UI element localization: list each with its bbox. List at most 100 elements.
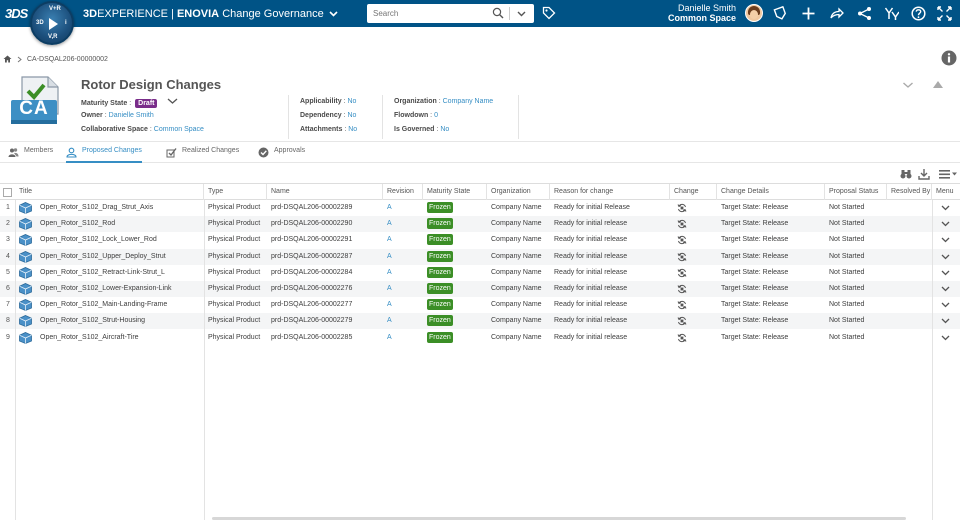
tag-icon[interactable] — [542, 6, 556, 20]
change-refresh-icon[interactable] — [677, 252, 687, 262]
frozen-badge[interactable]: Frozen — [427, 218, 453, 230]
column-header-reason[interactable]: Reason for change — [550, 184, 670, 200]
frozen-badge[interactable]: Frozen — [427, 202, 453, 213]
app-title[interactable]: 3DEXPERIENCE | ENOVIA Change Governance — [83, 8, 338, 20]
column-header-change[interactable]: Change — [670, 184, 717, 200]
cell-revision[interactable]: A — [383, 216, 423, 232]
row-menu-chevron-icon[interactable] — [941, 254, 950, 260]
row-number[interactable]: 2 — [0, 216, 16, 232]
table-row[interactable]: 6 Open_Rotor_S102_Lower-Expansion-Link Phy… — [0, 281, 960, 297]
expand-header-chevron-icon[interactable] — [902, 80, 914, 90]
cell-title[interactable]: Open_Rotor_S102_Lower-Expansion-Link — [36, 281, 204, 297]
table-row[interactable]: 3 Open_Rotor_S102_Lock_Lower_Rod Physical … — [0, 232, 960, 249]
tab-approvals[interactable]: Approvals — [258, 147, 305, 163]
row-number[interactable]: 4 — [0, 249, 16, 265]
brand-logo[interactable]: 3DS — [5, 6, 28, 21]
row-number[interactable]: 6 — [0, 281, 16, 297]
add-icon[interactable] — [801, 6, 816, 21]
cell-revision[interactable]: A — [383, 249, 423, 265]
row-number[interactable]: 3 — [0, 232, 16, 248]
info-icon[interactable] — [941, 50, 957, 66]
row-menu-chevron-icon[interactable] — [941, 270, 950, 276]
cell-revision[interactable]: A — [383, 330, 423, 346]
cell-revision[interactable]: A — [383, 265, 423, 281]
column-header-organization[interactable]: Organization — [487, 184, 550, 200]
help-icon[interactable] — [911, 6, 926, 21]
apps-icon[interactable] — [884, 6, 899, 21]
search-icon[interactable] — [492, 7, 504, 19]
frozen-badge[interactable]: Frozen — [427, 331, 453, 343]
attachments-link[interactable]: No — [348, 126, 357, 133]
is-governed-link[interactable]: No — [440, 126, 449, 133]
change-refresh-icon[interactable] — [677, 203, 687, 213]
change-refresh-icon[interactable] — [677, 235, 687, 245]
column-header-name[interactable]: Name — [267, 184, 383, 200]
cell-name[interactable]: prd-DSQAL206-00002289 — [267, 200, 383, 216]
dependency-link[interactable]: No — [347, 112, 356, 119]
change-refresh-icon[interactable] — [677, 316, 687, 326]
cell-title[interactable]: Open_Rotor_S102_Main-Landing-Frame — [36, 297, 204, 313]
select-all-checkbox[interactable] — [3, 188, 12, 197]
cell-name[interactable]: prd-DSQAL206-00002290 — [267, 216, 383, 232]
column-header-revision[interactable]: Revision — [383, 184, 423, 200]
collapse-header-triangle-icon[interactable] — [932, 79, 944, 89]
column-header-type[interactable]: Type — [204, 184, 267, 200]
tab-members[interactable]: Members — [8, 147, 53, 163]
row-number[interactable]: 5 — [0, 265, 16, 281]
cell-name[interactable]: prd-DSQAL206-00002287 — [267, 249, 383, 265]
social-share-icon[interactable] — [857, 6, 872, 21]
cell-name[interactable]: prd-DSQAL206-00002284 — [267, 265, 383, 281]
change-refresh-icon[interactable] — [677, 284, 687, 294]
applicability-link[interactable]: No — [347, 98, 356, 105]
cell-title[interactable]: Open_Rotor_S102_Rod — [36, 216, 204, 232]
cell-title[interactable]: Open_Rotor_S102_Retract-Link-Strut_L — [36, 265, 204, 281]
fullscreen-icon[interactable] — [937, 6, 952, 21]
frozen-badge[interactable]: Frozen — [427, 250, 453, 262]
search-input[interactable] — [373, 7, 483, 20]
cell-name[interactable]: prd-DSQAL206-00002285 — [267, 330, 383, 346]
row-menu-chevron-icon[interactable] — [941, 335, 950, 341]
row-menu-chevron-icon[interactable] — [941, 205, 950, 211]
flowdown-link[interactable]: 0 — [434, 112, 438, 119]
table-row[interactable]: 9 Open_Rotor_S102_Aircraft-Tire Physical P… — [0, 329, 960, 346]
row-menu-chevron-icon[interactable] — [941, 286, 950, 292]
compass-button[interactable]: V+R 3D i V,R — [30, 1, 74, 45]
cell-revision[interactable]: A — [383, 313, 423, 329]
cell-revision[interactable]: A — [383, 200, 423, 216]
row-number[interactable]: 8 — [0, 313, 16, 329]
frozen-badge[interactable]: Frozen — [427, 266, 453, 278]
row-menu-chevron-icon[interactable] — [941, 237, 950, 243]
column-header-title[interactable]: Title — [15, 184, 204, 200]
table-row[interactable]: 4 Open_Rotor_S102_Upper_Deploy_Strut Physi… — [0, 248, 960, 265]
view-options-icon[interactable] — [938, 168, 958, 180]
change-refresh-icon[interactable] — [677, 219, 687, 229]
maturity-state-chevron-icon[interactable] — [167, 97, 178, 105]
table-row[interactable]: 2 Open_Rotor_S102_Rod Physical Product prd-… — [0, 216, 960, 233]
cell-name[interactable]: prd-DSQAL206-00002279 — [267, 313, 383, 329]
cell-title[interactable]: Open_Rotor_S102_Aircraft-Tire — [36, 330, 204, 346]
download-icon[interactable] — [918, 168, 930, 180]
user-block[interactable]: Danielle Smith Common Space — [668, 3, 736, 23]
change-refresh-icon[interactable] — [677, 268, 687, 278]
column-header-proposal-status[interactable]: Proposal Status — [825, 184, 887, 200]
change-refresh-icon[interactable] — [677, 333, 687, 343]
share-icon[interactable] — [829, 6, 844, 21]
avatar[interactable] — [745, 4, 763, 22]
column-header-change-details[interactable]: Change Details — [717, 184, 825, 200]
cell-revision[interactable]: A — [383, 232, 423, 248]
column-header-maturity-state[interactable]: Maturity State — [423, 184, 487, 200]
binoculars-icon[interactable] — [900, 168, 912, 180]
row-menu-chevron-icon[interactable] — [941, 318, 950, 324]
cell-title[interactable]: Open_Rotor_S102_Lock_Lower_Rod — [36, 232, 204, 248]
organization-link[interactable]: Company Name — [443, 98, 494, 105]
table-row[interactable]: 8 Open_Rotor_S102_Strut-Housing Physical P… — [0, 313, 960, 330]
owner-link[interactable]: Danielle Smith — [109, 112, 154, 119]
home-icon[interactable] — [3, 55, 12, 63]
tab-proposed-changes[interactable]: Proposed Changes — [66, 147, 142, 163]
breadcrumb-path[interactable]: CA-DSQAL206-00000002 — [27, 56, 108, 63]
cell-name[interactable]: prd-DSQAL206-00002276 — [267, 281, 383, 297]
frozen-badge[interactable]: Frozen — [427, 315, 453, 327]
row-number[interactable]: 9 — [0, 330, 16, 346]
frozen-badge[interactable]: Frozen — [427, 283, 453, 294]
tab-realized-changes[interactable]: Realized Changes — [166, 147, 239, 163]
